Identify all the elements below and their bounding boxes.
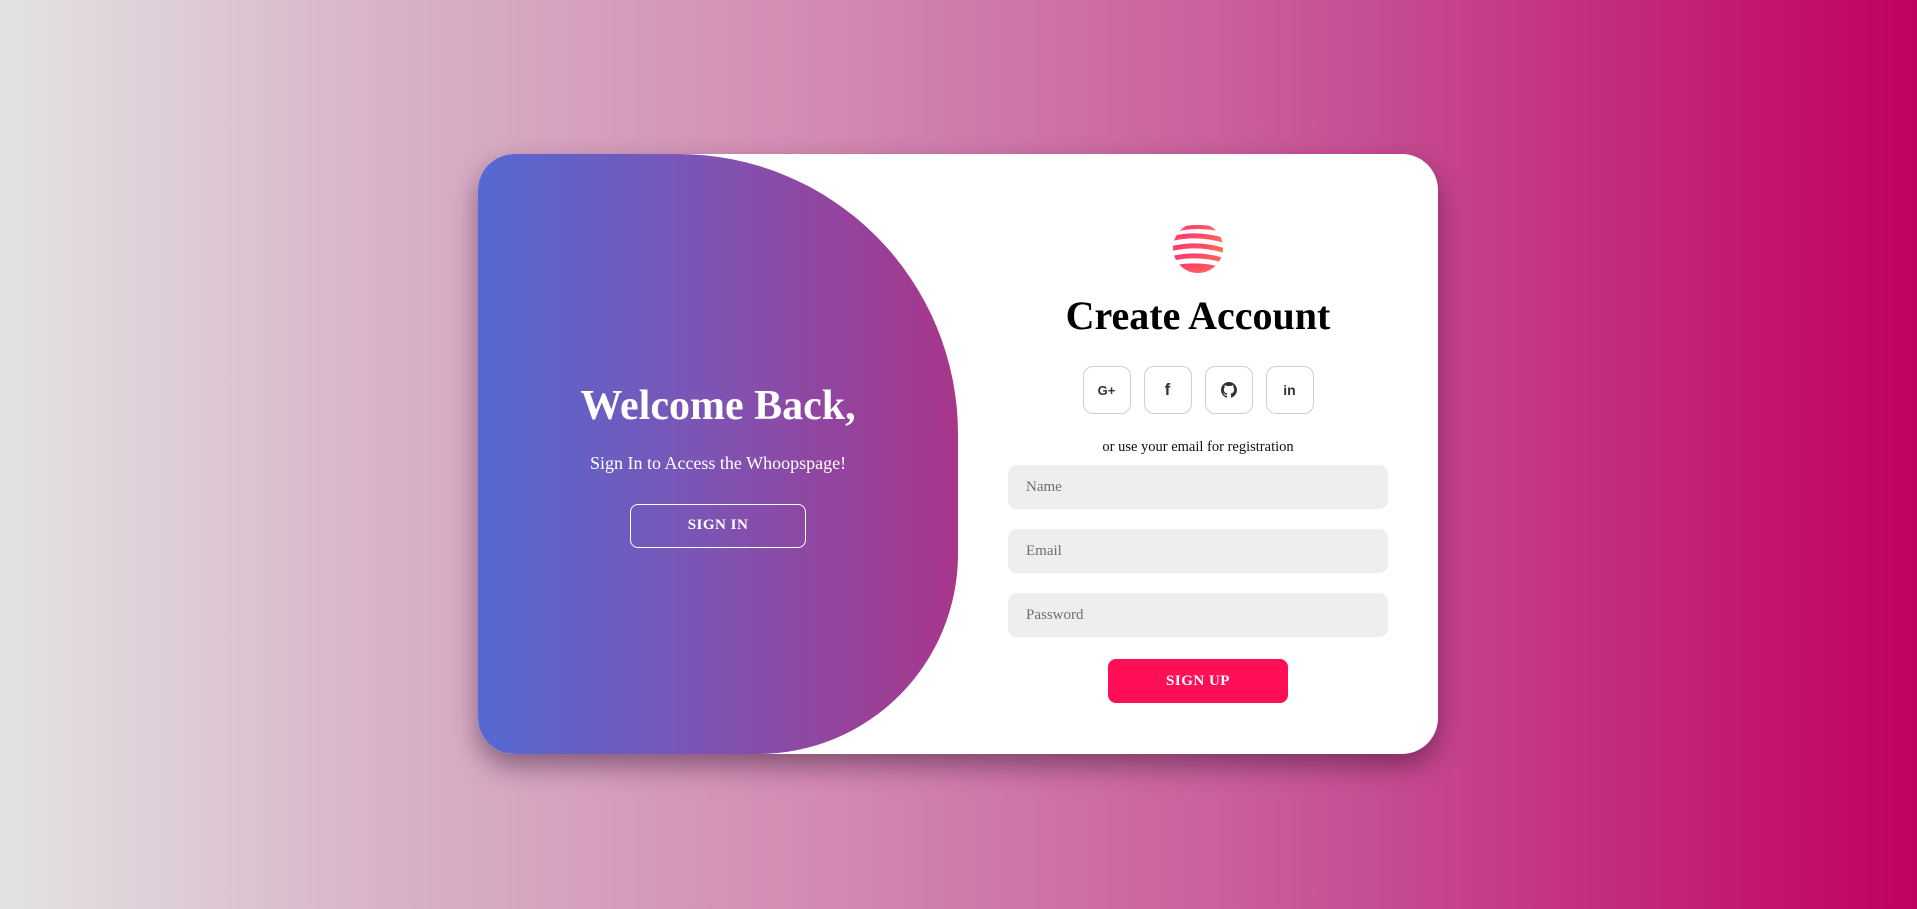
welcome-overlay-panel: Welcome Back, Sign In to Access the Whoo…: [478, 154, 958, 754]
welcome-title: Welcome Back,: [580, 382, 856, 429]
create-account-form: Create Account G+ f in or use your email…: [958, 154, 1438, 754]
linkedin-icon: in: [1283, 382, 1296, 398]
github-icon: [1220, 382, 1237, 398]
form-title: Create Account: [1065, 293, 1331, 338]
registration-helper-text: or use your email for registration: [1102, 439, 1294, 455]
email-input[interactable]: [1008, 529, 1388, 573]
sign-in-button[interactable]: SIGN IN: [630, 503, 806, 548]
google-plus-icon: G+: [1097, 382, 1116, 398]
striped-globe-icon: [1173, 223, 1223, 273]
sign-up-button[interactable]: SIGN UP: [1108, 659, 1288, 703]
facebook-icon: f: [1164, 380, 1171, 399]
name-input[interactable]: [1008, 465, 1388, 509]
password-input[interactable]: [1008, 593, 1388, 637]
auth-card: Welcome Back, Sign In to Access the Whoo…: [478, 154, 1438, 754]
linkedin-button[interactable]: in: [1265, 366, 1314, 414]
social-buttons: G+ f in: [1082, 366, 1314, 414]
google-plus-button[interactable]: G+: [1082, 366, 1131, 414]
welcome-subtitle: Sign In to Access the Whoopspage!: [589, 452, 847, 473]
facebook-button[interactable]: f: [1143, 366, 1192, 414]
github-button[interactable]: [1204, 366, 1253, 414]
